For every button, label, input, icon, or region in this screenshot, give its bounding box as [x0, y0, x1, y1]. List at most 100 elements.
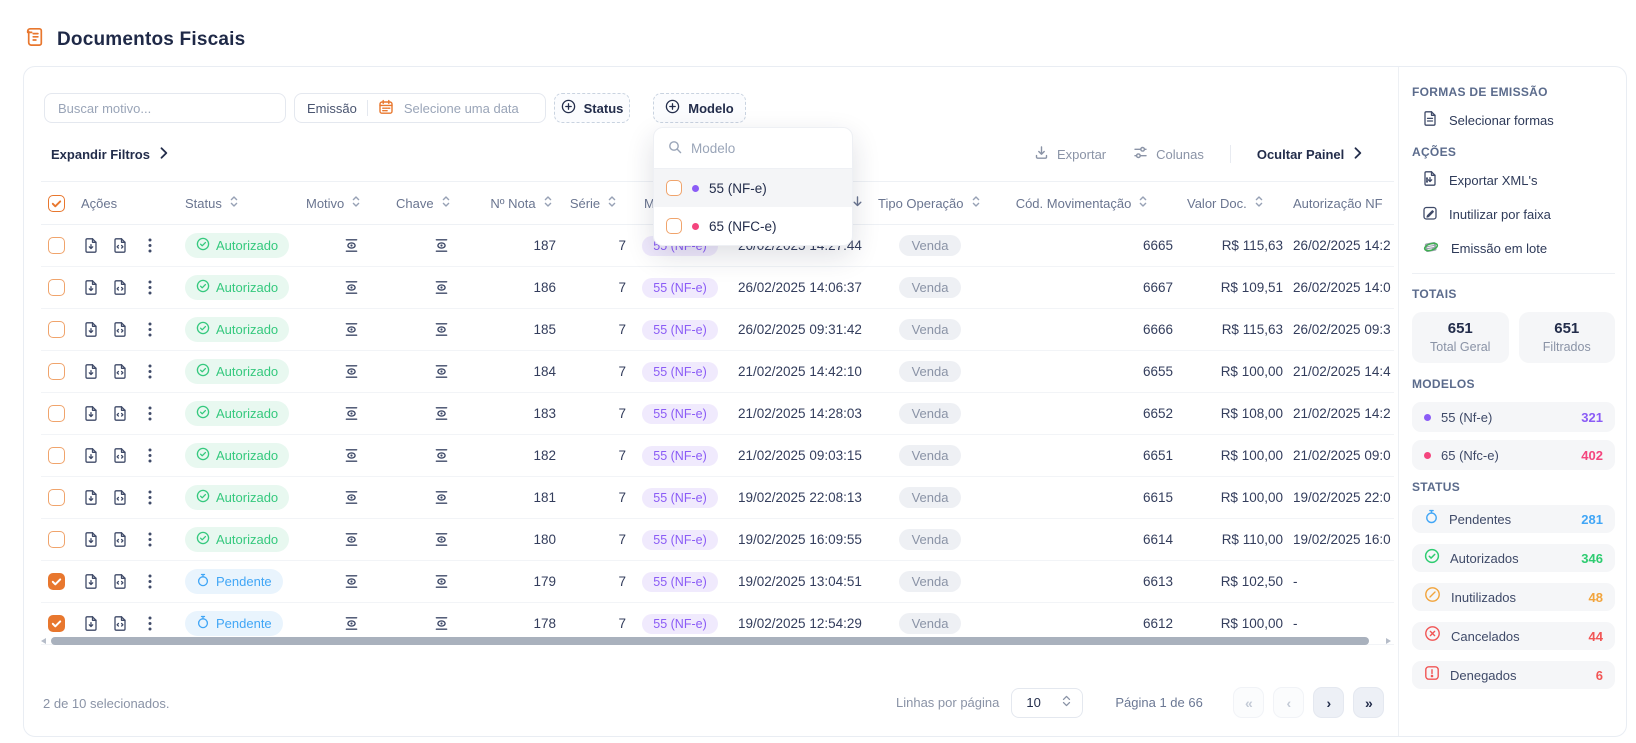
- first-page-button[interactable]: «: [1233, 687, 1264, 718]
- sort-icon[interactable]: [542, 195, 554, 211]
- view-motivo-icon[interactable]: [343, 405, 360, 422]
- modelo-summary-row[interactable]: 55 (Nf-e)321: [1412, 402, 1615, 432]
- view-chave-icon[interactable]: [433, 363, 450, 380]
- file-download-icon[interactable]: [83, 279, 99, 296]
- file-xml-icon[interactable]: [112, 615, 128, 632]
- columns-button[interactable]: Colunas: [1133, 145, 1204, 163]
- column-header[interactable]: Autorização NF: [1283, 196, 1394, 211]
- column-header[interactable]: Nº Nota: [486, 195, 558, 211]
- row-checkbox[interactable]: [48, 531, 65, 548]
- view-motivo-icon[interactable]: [343, 237, 360, 254]
- scrollbar-thumb[interactable]: [51, 637, 1369, 645]
- modelo-option[interactable]: 65 (NFC-e): [654, 207, 852, 245]
- view-motivo-icon[interactable]: [343, 279, 360, 296]
- option-checkbox[interactable]: [666, 180, 682, 196]
- file-xml-icon[interactable]: [112, 237, 128, 254]
- sort-icon[interactable]: [1253, 195, 1265, 211]
- sort-icon[interactable]: [970, 195, 982, 211]
- file-download-icon[interactable]: [83, 237, 99, 254]
- view-motivo-icon[interactable]: [343, 321, 360, 338]
- file-xml-icon[interactable]: [112, 405, 128, 422]
- sidebar-action-inutilizar-por-faixa[interactable]: Inutilizar por faixa: [1422, 205, 1615, 224]
- row-checkbox[interactable]: [48, 321, 65, 338]
- scroll-right-arrow-icon[interactable]: [1386, 638, 1391, 644]
- status-filter-button[interactable]: Status: [554, 93, 630, 123]
- row-menu-icon[interactable]: [148, 615, 152, 632]
- expand-filters-link[interactable]: Expandir Filtros: [51, 141, 168, 167]
- row-checkbox[interactable]: [48, 447, 65, 464]
- file-xml-icon[interactable]: [112, 363, 128, 380]
- file-download-icon[interactable]: [83, 615, 99, 632]
- row-menu-icon[interactable]: [148, 405, 152, 422]
- horizontal-scrollbar[interactable]: [41, 637, 1391, 646]
- sort-icon[interactable]: [350, 195, 362, 211]
- view-chave-icon[interactable]: [433, 489, 450, 506]
- file-xml-icon[interactable]: [112, 279, 128, 296]
- column-header[interactable]: Valor Doc.: [1175, 195, 1283, 211]
- view-chave-icon[interactable]: [433, 321, 450, 338]
- file-download-icon[interactable]: [83, 405, 99, 422]
- scroll-left-arrow-icon[interactable]: [41, 638, 46, 644]
- row-checkbox[interactable]: [48, 363, 65, 380]
- file-xml-icon[interactable]: [112, 531, 128, 548]
- row-checkbox[interactable]: [48, 279, 65, 296]
- view-chave-icon[interactable]: [433, 573, 450, 590]
- view-motivo-icon[interactable]: [343, 447, 360, 464]
- modelo-filter-button[interactable]: Modelo: [653, 93, 746, 123]
- row-menu-icon[interactable]: [148, 573, 152, 590]
- file-download-icon[interactable]: [83, 573, 99, 590]
- file-xml-icon[interactable]: [112, 447, 128, 464]
- sort-icon[interactable]: [440, 195, 452, 211]
- modelo-search-input[interactable]: Modelo: [654, 128, 852, 169]
- export-button[interactable]: Exportar: [1034, 145, 1106, 163]
- view-motivo-icon[interactable]: [343, 531, 360, 548]
- row-checkbox[interactable]: [48, 237, 65, 254]
- file-download-icon[interactable]: [83, 489, 99, 506]
- next-page-button[interactable]: ›: [1313, 687, 1344, 718]
- prev-page-button[interactable]: ‹: [1273, 687, 1304, 718]
- file-download-icon[interactable]: [83, 447, 99, 464]
- status-summary-row-denegados[interactable]: Denegados6: [1412, 661, 1615, 689]
- status-summary-row-cancelados[interactable]: Cancelados44: [1412, 622, 1615, 650]
- status-summary-row-inutilizados[interactable]: Inutilizados48: [1412, 583, 1615, 611]
- select-all-checkbox[interactable]: [48, 195, 65, 212]
- rows-per-page-select[interactable]: 10: [1011, 688, 1083, 718]
- modelo-summary-row[interactable]: 65 (Nfc-e)402: [1412, 440, 1615, 470]
- file-xml-icon[interactable]: [112, 573, 128, 590]
- view-chave-icon[interactable]: [433, 279, 450, 296]
- row-checkbox[interactable]: [48, 405, 65, 422]
- file-download-icon[interactable]: [83, 363, 99, 380]
- row-menu-icon[interactable]: [148, 447, 152, 464]
- sort-icon[interactable]: [1137, 195, 1149, 211]
- status-summary-row-pendentes[interactable]: Pendentes281: [1412, 505, 1615, 533]
- column-header[interactable]: Cód. Movimentação: [990, 195, 1175, 211]
- row-menu-icon[interactable]: [148, 489, 152, 506]
- file-xml-icon[interactable]: [112, 489, 128, 506]
- view-chave-icon[interactable]: [433, 405, 450, 422]
- column-header[interactable]: Status: [181, 195, 306, 211]
- sidebar-action-emiss-o-em-lote[interactable]: Emissão em lote: [1422, 239, 1615, 258]
- sort-icon[interactable]: [606, 195, 618, 211]
- last-page-button[interactable]: »: [1353, 687, 1384, 718]
- file-download-icon[interactable]: [83, 321, 99, 338]
- column-header[interactable]: Tipo Operação: [870, 195, 990, 211]
- sort-icon[interactable]: [228, 195, 240, 211]
- file-xml-icon[interactable]: [112, 321, 128, 338]
- view-chave-icon[interactable]: [433, 237, 450, 254]
- view-motivo-icon[interactable]: [343, 615, 360, 632]
- emissao-date-filter[interactable]: Emissão Selecione uma data: [294, 93, 546, 123]
- row-menu-icon[interactable]: [148, 279, 152, 296]
- view-motivo-icon[interactable]: [343, 489, 360, 506]
- hide-panel-button[interactable]: Ocultar Painel: [1257, 147, 1362, 162]
- row-menu-icon[interactable]: [148, 321, 152, 338]
- status-summary-row-autorizados[interactable]: Autorizados346: [1412, 544, 1615, 572]
- sidebar-action-exportar-xml-s[interactable]: Exportar XML's: [1422, 170, 1615, 190]
- row-menu-icon[interactable]: [148, 237, 152, 254]
- row-checkbox[interactable]: [48, 573, 65, 590]
- column-header[interactable]: Ações: [81, 196, 181, 211]
- row-menu-icon[interactable]: [148, 363, 152, 380]
- view-motivo-icon[interactable]: [343, 363, 360, 380]
- option-checkbox[interactable]: [666, 218, 682, 234]
- column-header[interactable]: Motivo: [306, 195, 396, 211]
- view-chave-icon[interactable]: [433, 447, 450, 464]
